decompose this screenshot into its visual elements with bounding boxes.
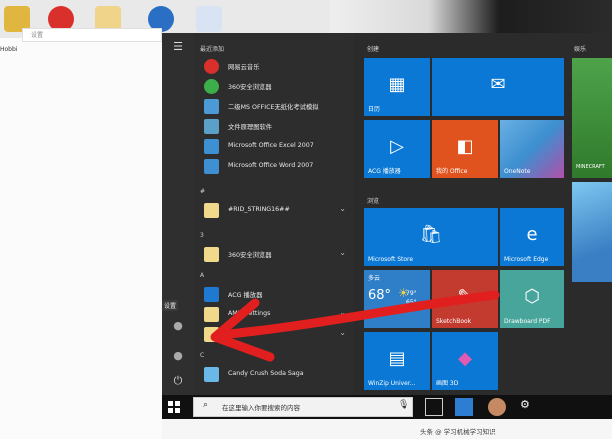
search-placeholder: 在这里输入你要搜索的内容 [222, 404, 300, 412]
browser-360-icon [204, 79, 219, 94]
mail-tile[interactable]: ✉ [432, 58, 564, 116]
weather-condition: 多云 [368, 275, 381, 282]
watermark: 头条 @ 学习机械学习知识 [420, 428, 496, 436]
tile-label: Microsoft Store [368, 256, 414, 263]
edge-tile[interactable]: e Microsoft Edge [500, 208, 564, 266]
tile-label: WinZip Univer... [368, 380, 416, 387]
onenote-tile[interactable]: OneNote [500, 120, 564, 178]
tile-label: Drawboard PDF [504, 318, 551, 325]
mail-icon: ✉ [490, 74, 506, 95]
gear-icon[interactable]: ⚙ [520, 398, 530, 411]
disney-tile[interactable] [572, 182, 612, 282]
start-rail: ☰ ● ● ⏻ [162, 33, 194, 395]
file-tool-icon [204, 119, 219, 134]
app-item[interactable]: 360安全浏览器 [200, 78, 350, 95]
app-label: Microsoft Office Excel 2007 [228, 142, 314, 149]
chevron-down-icon: ⌄ [339, 248, 346, 257]
app-item[interactable]: Candy Crush Soda Saga [200, 366, 350, 383]
task-view-icon[interactable] [425, 398, 443, 416]
calendar-icon: ▦ [388, 74, 406, 95]
settings-icon[interactable]: ● [170, 348, 186, 364]
tile-label: OneNote [504, 168, 531, 175]
tile-label: 我的 Office [436, 168, 468, 175]
app-label: 二级MS OFFICE无纸化考试模拟 [228, 104, 319, 111]
shopping-bag-icon: 🛍 [419, 224, 443, 245]
tile-label: MINECRAFT [576, 164, 605, 170]
settings-tooltip: 设置 [162, 300, 179, 311]
app-label: 网易云音乐 [228, 64, 260, 71]
app-label: #RID_STRING16## [228, 206, 290, 213]
app-item[interactable]: 二级MS OFFICE无纸化考试模拟 [200, 98, 350, 115]
word-icon [204, 159, 219, 174]
left-label: Hobbi [0, 46, 18, 53]
play-icon: ▷ [390, 136, 404, 157]
drawboard-icon: ⬡ [524, 286, 540, 307]
app-label: Candy Crush Soda Saga [228, 370, 304, 377]
calendar-tile[interactable]: ▦ 日历 [364, 58, 430, 116]
exam-icon [204, 99, 219, 114]
red-arrow-annotation [210, 290, 500, 362]
edge-icon: e [526, 224, 538, 245]
app-item[interactable]: Microsoft Office Word 2007 [200, 158, 350, 175]
microphone-icon[interactable]: 🎙 [398, 400, 409, 410]
app-label: 360安全浏览器 [228, 252, 272, 259]
store-tile[interactable]: 🛍 Microsoft Store [364, 208, 498, 266]
chevron-down-icon: ⌄ [339, 204, 346, 213]
office-icon: ◧ [456, 136, 474, 157]
app-item[interactable]: 网易云音乐 [200, 58, 350, 75]
folder-icon [204, 203, 219, 218]
word-document-icon[interactable] [196, 6, 222, 32]
app-folder[interactable]: 360安全浏览器 ⌄ [200, 246, 350, 263]
candy-crush-icon [204, 367, 219, 382]
tile-label: 日历 [368, 106, 381, 113]
tile-label: ACG 播放器 [368, 168, 401, 175]
folder-icon [204, 247, 219, 262]
app-taskbar-icon[interactable] [488, 398, 506, 416]
user-icon[interactable]: ● [170, 318, 186, 334]
address-bar[interactable]: 设置 [22, 28, 162, 42]
search-icon: ⌕ [203, 400, 209, 410]
app-label: Microsoft Office Word 2007 [228, 162, 314, 169]
acg-tile[interactable]: ▷ ACG 播放器 [364, 120, 430, 178]
mail-taskbar-icon[interactable] [455, 398, 473, 416]
office-tile[interactable]: ◧ 我的 Office [432, 120, 498, 178]
drawboard-tile[interactable]: ⬡ Drawboard PDF [500, 270, 564, 328]
group-header-create[interactable]: 创建 [367, 44, 379, 53]
app-label: 文件原理图软件 [228, 124, 273, 131]
excel-icon [204, 139, 219, 154]
netease-music-icon [204, 59, 219, 74]
left-panel [0, 38, 162, 439]
app-folder[interactable]: #RID_STRING16## ⌄ [200, 202, 350, 219]
app-label: 360安全浏览器 [228, 84, 272, 91]
minecraft-tile[interactable]: MINECRAFT [572, 58, 612, 178]
section-letter[interactable]: 3 [200, 232, 204, 239]
group-header-browse[interactable]: 浏览 [367, 196, 379, 205]
group-header-play[interactable]: 娱乐 [574, 44, 586, 53]
windows-start-icon[interactable] [164, 397, 184, 417]
hamburger-menu-icon[interactable]: ☰ [170, 39, 186, 55]
tile-label: Microsoft Edge [504, 256, 549, 263]
recent-header: 最近添加 [200, 46, 225, 53]
app-item[interactable]: Microsoft Office Excel 2007 [200, 138, 350, 155]
power-icon[interactable]: ⏻ [170, 373, 186, 389]
section-letter[interactable]: A [200, 272, 204, 279]
section-letter[interactable]: # [200, 188, 205, 195]
tile-label: 画图 3D [436, 380, 459, 387]
app-item[interactable]: 文件原理图软件 [200, 118, 350, 135]
